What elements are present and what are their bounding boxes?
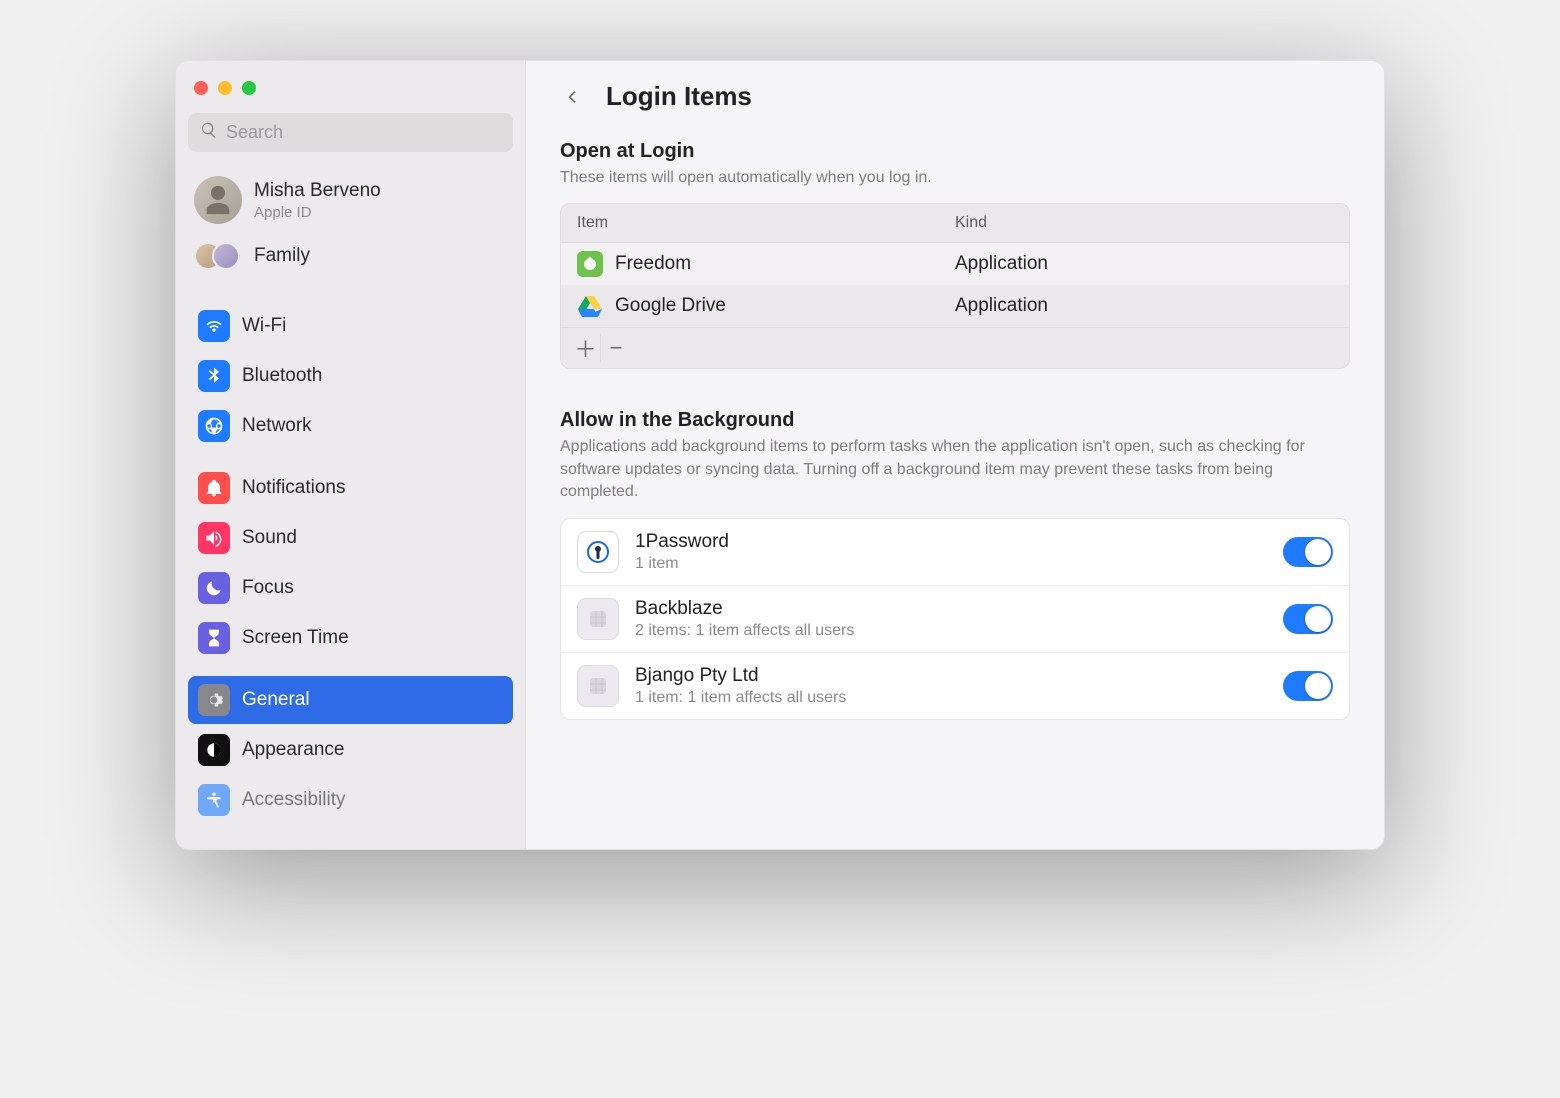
column-header-kind: Kind (955, 214, 1333, 232)
open-at-login-section: Open at Login These items will open auto… (560, 122, 1350, 369)
back-button[interactable] (560, 84, 586, 110)
background-item-name: 1Password (635, 531, 1267, 553)
table-header: Item Kind (561, 204, 1349, 243)
sidebar-item-accessibility[interactable]: Accessibility (188, 776, 513, 824)
background-item-subtitle: 2 items: 1 item affects all users (635, 622, 1267, 640)
background-items-list: 1Password 1 item Backblaze 2 items: 1 it… (560, 518, 1350, 720)
remove-login-item-button[interactable]: − (601, 334, 631, 362)
sidebar-item-label: Wi-Fi (242, 315, 286, 337)
login-items-table: Item Kind Freedom Application (560, 203, 1350, 369)
avatar (194, 176, 242, 224)
google-drive-app-icon (577, 293, 603, 319)
sidebar-item-bluetooth[interactable]: Bluetooth (188, 352, 513, 400)
background-item-toggle[interactable] (1283, 604, 1333, 634)
sidebar-item-general[interactable]: General (188, 676, 513, 724)
sidebar-item-label: Sound (242, 527, 297, 549)
content-pane: Login Items Open at Login These items wi… (526, 61, 1384, 849)
section-description: Applications add background items to per… (560, 436, 1350, 503)
bell-icon (198, 472, 230, 504)
family-avatars (194, 240, 242, 272)
sidebar-item-notifications[interactable]: Notifications (188, 464, 513, 512)
account-name: Misha Berveno (254, 180, 381, 202)
search-icon (200, 121, 218, 144)
account-subtitle: Apple ID (254, 204, 381, 221)
speaker-icon (198, 522, 230, 554)
appearance-icon (198, 734, 230, 766)
table-row[interactable]: Freedom Application (561, 243, 1349, 285)
hourglass-icon (198, 622, 230, 654)
sidebar-item-label: Focus (242, 577, 294, 599)
sidebar-item-sound[interactable]: Sound (188, 514, 513, 562)
search-field[interactable] (188, 113, 513, 152)
chevron-left-icon (565, 85, 581, 109)
close-window-button[interactable] (194, 81, 208, 95)
section-description: These items will open automatically when… (560, 167, 1350, 189)
section-heading: Allow in the Background (560, 409, 1350, 432)
bluetooth-icon (198, 360, 230, 392)
sidebar-item-label: Notifications (242, 477, 346, 499)
background-items-section: Allow in the Background Applications add… (560, 375, 1350, 719)
background-item-row: Bjango Pty Ltd 1 item: 1 item affects al… (561, 653, 1349, 719)
sidebar-item-label: Network (242, 415, 312, 437)
sidebar-group: Wi-Fi Bluetooth Network (188, 288, 513, 450)
table-footer: ＋ − (561, 327, 1349, 368)
login-item-name: Freedom (615, 253, 691, 275)
table-row[interactable]: Google Drive Application (561, 285, 1349, 327)
sidebar-item-label: Accessibility (242, 789, 345, 811)
login-item-kind: Application (955, 253, 1333, 275)
section-heading: Open at Login (560, 140, 1350, 163)
background-item-subtitle: 1 item (635, 555, 1267, 573)
zoom-window-button[interactable] (242, 81, 256, 95)
background-item-toggle[interactable] (1283, 671, 1333, 701)
background-item-name: Backblaze (635, 598, 1267, 620)
1password-app-icon (577, 531, 619, 573)
login-item-name: Google Drive (615, 295, 726, 317)
page-title: Login Items (606, 81, 752, 112)
background-item-row: Backblaze 2 items: 1 item affects all us… (561, 586, 1349, 653)
background-item-toggle[interactable] (1283, 537, 1333, 567)
wifi-icon (198, 310, 230, 342)
generic-app-icon (577, 665, 619, 707)
column-header-item: Item (577, 214, 955, 232)
sidebar-item-label: Bluetooth (242, 365, 322, 387)
sidebar-item-appearance[interactable]: Appearance (188, 726, 513, 774)
background-item-row: 1Password 1 item (561, 519, 1349, 586)
sidebar-item-wifi[interactable]: Wi-Fi (188, 302, 513, 350)
globe-icon (198, 410, 230, 442)
settings-window: Misha Berveno Apple ID Family Wi-Fi (175, 60, 1385, 850)
sidebar-group: Notifications Sound Focus Screen Time (188, 450, 513, 662)
sidebar: Misha Berveno Apple ID Family Wi-Fi (176, 61, 526, 849)
moon-icon (198, 572, 230, 604)
sidebar-item-screen-time[interactable]: Screen Time (188, 614, 513, 662)
background-item-name: Bjango Pty Ltd (635, 665, 1267, 687)
add-login-item-button[interactable]: ＋ (571, 334, 601, 362)
family-label: Family (254, 245, 310, 267)
minimize-window-button[interactable] (218, 81, 232, 95)
sidebar-item-focus[interactable]: Focus (188, 564, 513, 612)
sidebar-group: General Appearance Accessibility (188, 662, 513, 824)
accessibility-icon (198, 784, 230, 816)
search-input[interactable] (226, 122, 501, 143)
window-controls (188, 75, 513, 113)
sidebar-item-label: Appearance (242, 739, 344, 761)
sidebar-item-label: Screen Time (242, 627, 349, 649)
family-row[interactable]: Family (188, 234, 513, 288)
background-item-subtitle: 1 item: 1 item affects all users (635, 689, 1267, 707)
login-item-kind: Application (955, 295, 1333, 317)
sidebar-item-label: General (242, 689, 310, 711)
generic-app-icon (577, 598, 619, 640)
titlebar: Login Items (560, 61, 1350, 122)
sidebar-item-network[interactable]: Network (188, 402, 513, 450)
freedom-app-icon (577, 251, 603, 277)
gear-icon (198, 684, 230, 716)
account-row[interactable]: Misha Berveno Apple ID (188, 170, 513, 230)
